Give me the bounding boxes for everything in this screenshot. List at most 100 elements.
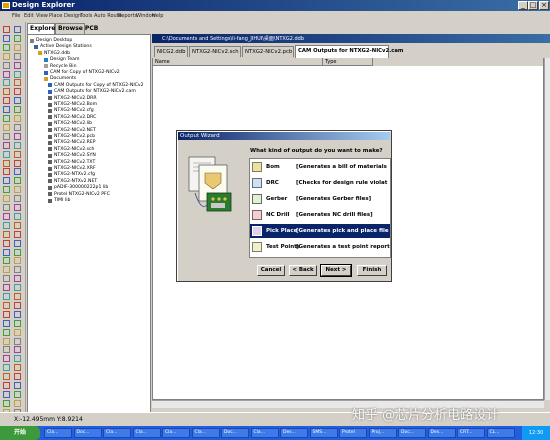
- taskbar-item[interactable]: CL...: [486, 428, 515, 438]
- toolbar-tool-icon[interactable]: [14, 204, 21, 211]
- toolbar-tool-icon[interactable]: [14, 390, 21, 398]
- toolbar-tool-icon[interactable]: [3, 106, 10, 114]
- toolbar-tool-icon[interactable]: [14, 79, 21, 87]
- vertical-scrollbar[interactable]: [544, 58, 550, 400]
- toolbar-tool-icon[interactable]: [3, 186, 10, 194]
- toolbar-tool-icon[interactable]: [14, 221, 21, 229]
- tree-item[interactable]: Protel NTXG2-NICv2 PFC: [54, 192, 110, 197]
- option-pick-place[interactable]: Pick Place [Generates pick and place fil…: [250, 224, 390, 238]
- toolbar-tool-icon[interactable]: [3, 43, 10, 51]
- taskbar-item[interactable]: Cla...: [132, 428, 161, 438]
- toolbar-tool-icon[interactable]: [3, 221, 10, 229]
- taskbar-item[interactable]: Protel: [339, 428, 367, 438]
- option-test-points[interactable]: Test Points [Generates a test point repo…: [250, 240, 390, 254]
- toolbar-tool-icon[interactable]: [3, 115, 10, 122]
- toolbar-tool-icon[interactable]: [3, 239, 10, 247]
- tree-item[interactable]: pADIF-300000222p1 lib: [54, 185, 108, 190]
- toolbar-tool-icon[interactable]: [14, 373, 21, 381]
- toolbar-tool-icon[interactable]: [3, 177, 10, 185]
- toolbar-tool-icon[interactable]: [14, 168, 21, 176]
- toolbar-tool-icon[interactable]: [14, 212, 21, 220]
- toolbar-tool-icon[interactable]: [3, 159, 10, 167]
- tree-item[interactable]: Recycle Bin: [50, 64, 76, 69]
- toolbar-tool-icon[interactable]: [14, 275, 21, 283]
- back-button[interactable]: < Back: [289, 265, 317, 276]
- toolbar-tool-icon[interactable]: [14, 132, 21, 140]
- toolbar-tool-icon[interactable]: [14, 337, 21, 345]
- tree-item[interactable]: Documents: [50, 76, 76, 81]
- toolbar-tool-icon[interactable]: [3, 26, 10, 33]
- toolbar-tool-icon[interactable]: [3, 337, 10, 345]
- taskbar-item[interactable]: CRT...: [457, 428, 485, 438]
- cancel-button[interactable]: Cancel: [257, 265, 285, 276]
- toolbar-tool-icon[interactable]: [3, 364, 10, 372]
- taskbar-item[interactable]: Doc...: [73, 428, 102, 438]
- toolbar-tool-icon[interactable]: [3, 257, 10, 265]
- tab-cam-outputs[interactable]: CAM Outputs for NTXG2-NICv2.cam: [295, 45, 403, 58]
- tree-item[interactable]: NTXG2-NICv2.sch: [54, 147, 94, 152]
- tree-item[interactable]: NTXG2-NICv2.Bom: [54, 102, 97, 107]
- toolbar-tool-icon[interactable]: [3, 230, 10, 238]
- toolbar-tool-icon[interactable]: [3, 328, 10, 336]
- tree-item[interactable]: TIMI lib: [54, 198, 70, 203]
- toolbar-tool-icon[interactable]: [3, 310, 10, 318]
- toolbar-tool-icon[interactable]: [3, 70, 10, 78]
- tree-item[interactable]: NTXG2.ddb: [44, 51, 70, 56]
- toolbar-tool-icon[interactable]: [14, 257, 21, 265]
- taskbar-item[interactable]: Cla...: [44, 428, 72, 438]
- toolbar-tool-icon[interactable]: [3, 34, 10, 42]
- tree-item[interactable]: NTXG2-NICv2.TXT: [54, 160, 95, 165]
- tab-sch[interactable]: NTXG2-NICv2.sch: [189, 46, 241, 57]
- toolbar-tool-icon[interactable]: [14, 61, 21, 69]
- toolbar-tool-icon[interactable]: [3, 399, 10, 407]
- toolbar-tool-icon[interactable]: [3, 319, 10, 327]
- toolbar-tool-icon[interactable]: [14, 266, 21, 274]
- tab-nicg2-ddb[interactable]: NICG2.ddb: [154, 46, 188, 57]
- tree-item[interactable]: NTXG2-NICv2.SYN: [54, 153, 96, 158]
- taskbar-item[interactable]: Doc...: [398, 428, 426, 438]
- toolbar-tool-icon[interactable]: [14, 195, 21, 203]
- tree-item[interactable]: NTXG2-NICv2.lib: [54, 121, 92, 126]
- toolbar-tool-icon[interactable]: [3, 123, 10, 131]
- menu-design[interactable]: Design: [64, 13, 81, 19]
- tree-item[interactable]: NTXG2-NICv2.REP: [54, 140, 96, 145]
- tree-item[interactable]: NTXG2-NTXv2.cfg: [54, 172, 95, 177]
- option-drc[interactable]: DRC [Checks for design rule violat: [250, 176, 390, 190]
- toolbar-tool-icon[interactable]: [14, 328, 21, 336]
- tree-item[interactable]: CAM Outputs for NTXG2-NICv2.cam: [54, 89, 136, 94]
- toolbar-tool-icon[interactable]: [14, 186, 21, 194]
- toolbar-tool-icon[interactable]: [3, 266, 10, 274]
- toolbar-tool-icon[interactable]: [3, 382, 10, 389]
- toolbar-tool-icon[interactable]: [3, 195, 10, 203]
- toolbar-tool-icon[interactable]: [14, 34, 21, 42]
- toolbar-tool-icon[interactable]: [14, 70, 21, 78]
- toolbar-tool-icon[interactable]: [14, 355, 21, 363]
- toolbar-tool-icon[interactable]: [14, 310, 21, 318]
- tree-item[interactable]: NTXG2-NICv2.cfg: [54, 108, 94, 113]
- taskbar-item[interactable]: Des...: [427, 428, 456, 438]
- menu-help[interactable]: Help: [152, 13, 163, 19]
- taskbar-item[interactable]: Cla...: [162, 428, 190, 438]
- toolbar-tool-icon[interactable]: [14, 141, 21, 149]
- toolbar-tool-icon[interactable]: [14, 115, 21, 122]
- taskbar-item[interactable]: Cla...: [103, 428, 131, 438]
- menu-reports[interactable]: Reports: [118, 13, 137, 19]
- toolbar-tool-icon[interactable]: [3, 204, 10, 211]
- tree-item[interactable]: CAM Outputs for Copy of NTXG2-NICv2: [54, 83, 144, 88]
- toolbar-tool-icon[interactable]: [3, 212, 10, 220]
- toolbar-tool-icon[interactable]: [14, 123, 21, 131]
- tree-item[interactable]: NTXG2-NICv2.DRC: [54, 115, 96, 120]
- menu-view[interactable]: View: [36, 13, 48, 19]
- output-type-list[interactable]: Bom [Generates a bill of materials DRC […: [249, 158, 391, 258]
- start-button[interactable]: 开始: [0, 426, 40, 440]
- option-nc-drill[interactable]: NC Drill [Generates NC drill files]: [250, 208, 390, 222]
- toolbar-tool-icon[interactable]: [14, 346, 21, 354]
- toolbar-tool-icon[interactable]: [3, 141, 10, 149]
- tab-explorer[interactable]: Explorer: [27, 23, 58, 34]
- option-gerber[interactable]: Gerber [Generates Gerber files]: [250, 192, 390, 206]
- tree-item[interactable]: Active Design Stations: [40, 44, 92, 49]
- toolbar-tool-icon[interactable]: [14, 52, 21, 60]
- toolbar-tool-icon[interactable]: [14, 97, 21, 105]
- maximize-button[interactable]: □: [528, 1, 538, 10]
- toolbar-tool-icon[interactable]: [14, 159, 21, 167]
